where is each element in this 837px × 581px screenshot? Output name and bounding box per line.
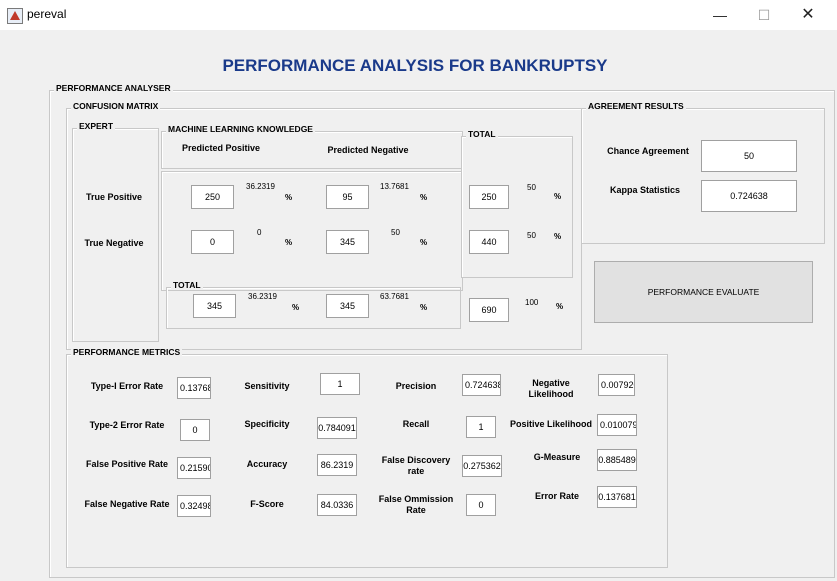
performance-analyser-title: PERFORMANCE ANALYSER <box>54 83 173 93</box>
total-row-title: TOTAL <box>171 280 203 290</box>
total-col1-field[interactable]: 345 <box>193 294 236 318</box>
performance-evaluate-button[interactable]: PERFORMANCE EVALUATE <box>594 261 813 323</box>
type2-error-label: Type-2 Error Rate <box>89 420 165 430</box>
fn-pct: 13.7681 <box>380 182 409 191</box>
kappa-statistics-field[interactable]: 0.724638 <box>701 180 797 212</box>
predicted-negative-label: Predicted Negative <box>327 145 409 155</box>
type1-error-label: Type-I Error Rate <box>90 381 164 391</box>
agreement-results-title: AGREEMENT RESULTS <box>586 101 686 111</box>
total-column-title: TOTAL <box>466 129 498 139</box>
expert-panel: EXPERT <box>72 121 159 342</box>
accuracy-field[interactable]: 86.2319 <box>317 454 357 476</box>
expert-title: EXPERT <box>77 121 116 131</box>
negative-likelihood-label: Negative Likelihood <box>528 378 574 399</box>
total-col2-pct: 63.7681 <box>380 292 409 301</box>
false-negative-rate-label: False Negative Rate <box>84 499 170 509</box>
recall-field[interactable]: 1 <box>466 416 496 438</box>
grand-total-pct: 100 <box>525 298 539 307</box>
precision-field[interactable]: 0.724638 <box>462 374 501 396</box>
total-col1-pct: 36.2319 <box>248 292 277 301</box>
false-discovery-rate-field[interactable]: 0.275362 <box>462 455 502 477</box>
tn-value-field[interactable]: 345 <box>326 230 369 254</box>
false-discovery-rate-label: False Discovery rate <box>381 455 451 476</box>
fp-pct-sign: % <box>285 238 293 247</box>
true-positive-label: True Positive <box>85 192 143 202</box>
false-negative-rate-field[interactable]: 0.324982 <box>177 495 211 517</box>
maximize-button[interactable]: ☐ <box>744 4 784 26</box>
g-measure-label: G-Measure <box>533 452 581 462</box>
minimize-button[interactable]: — <box>700 4 740 26</box>
total-row2-field[interactable]: 440 <box>469 230 509 254</box>
tp-pct-sign: % <box>285 193 293 202</box>
specificity-label: Specificity <box>244 419 290 429</box>
chance-agreement-field[interactable]: 50 <box>701 140 797 172</box>
grand-total-pct-sign: % <box>556 302 564 311</box>
total-row2-pct: 50 <box>527 231 536 240</box>
error-rate-field[interactable]: 0.137681 <box>597 486 637 508</box>
sensitivity-field[interactable]: 1 <box>320 373 360 395</box>
performance-metrics-title: PERFORMANCE METRICS <box>71 347 183 357</box>
false-positive-rate-field[interactable]: 0.215909 <box>177 457 211 479</box>
window-title: pereval <box>27 7 67 21</box>
total-col2-field[interactable]: 345 <box>326 294 369 318</box>
total-row1-pct-sign: % <box>554 192 562 201</box>
tn-pct: 50 <box>391 228 400 237</box>
tp-pct: 36.2319 <box>246 182 275 191</box>
fp-value-field[interactable]: 0 <box>191 230 234 254</box>
fp-pct: 0 <box>257 228 262 237</box>
positive-likelihood-label: Positive Likelihood <box>509 419 592 429</box>
total-row2-pct-sign: % <box>554 232 562 241</box>
fn-pct-sign: % <box>420 193 428 202</box>
chance-agreement-label: Chance Agreement <box>607 146 689 156</box>
matlab-figure-icon <box>7 8 23 24</box>
precision-label: Precision <box>395 381 437 391</box>
false-omission-rate-label: False Ommission Rate <box>378 494 454 515</box>
total-col1-pct-sign: % <box>292 303 300 312</box>
negative-likelihood-field[interactable]: 0.007920 <box>598 374 635 396</box>
tp-value-field[interactable]: 250 <box>191 185 234 209</box>
f-score-label: F-Score <box>250 499 284 509</box>
false-omission-rate-field[interactable]: 0 <box>466 494 496 516</box>
true-negative-label: True Negative <box>84 238 144 248</box>
total-col2-pct-sign: % <box>420 303 428 312</box>
accuracy-label: Accuracy <box>246 459 288 469</box>
total-row1-field[interactable]: 250 <box>469 185 509 209</box>
error-rate-label: Error Rate <box>534 491 579 501</box>
g-measure-field[interactable]: 0.885489 <box>597 449 637 471</box>
total-row1-pct: 50 <box>527 183 536 192</box>
sensitivity-label: Sensitivity <box>244 381 290 391</box>
agreement-results-panel: AGREEMENT RESULTS <box>581 101 825 244</box>
recall-label: Recall <box>402 419 430 429</box>
close-button[interactable]: ✕ <box>788 4 828 26</box>
f-score-field[interactable]: 84.0336 <box>317 494 357 516</box>
page-title: PERFORMANCE ANALYSIS FOR BANKRUPTSY <box>222 56 608 75</box>
kappa-statistics-label: Kappa Statistics <box>609 185 681 195</box>
window-titlebar: pereval — ☐ ✕ <box>0 0 837 30</box>
tn-pct-sign: % <box>420 238 428 247</box>
confusion-matrix-title: CONFUSION MATRIX <box>71 101 161 111</box>
type2-error-field[interactable]: 0 <box>180 419 210 441</box>
specificity-field[interactable]: 0.784091 <box>317 417 357 439</box>
predicted-positive-label: Predicted Positive <box>181 143 261 153</box>
mlk-title: MACHINE LEARNING KNOWLEDGE <box>166 124 315 134</box>
type1-error-field[interactable]: 0.137681 <box>177 377 211 399</box>
fn-value-field[interactable]: 95 <box>326 185 369 209</box>
grand-total-field[interactable]: 690 <box>469 298 509 322</box>
positive-likelihood-field[interactable]: 0.010079 <box>597 414 637 436</box>
figure-area: PERFORMANCE ANALYSIS FOR BANKRUPTSY PERF… <box>6 30 837 581</box>
false-positive-rate-label: False Positive Rate <box>85 459 169 469</box>
